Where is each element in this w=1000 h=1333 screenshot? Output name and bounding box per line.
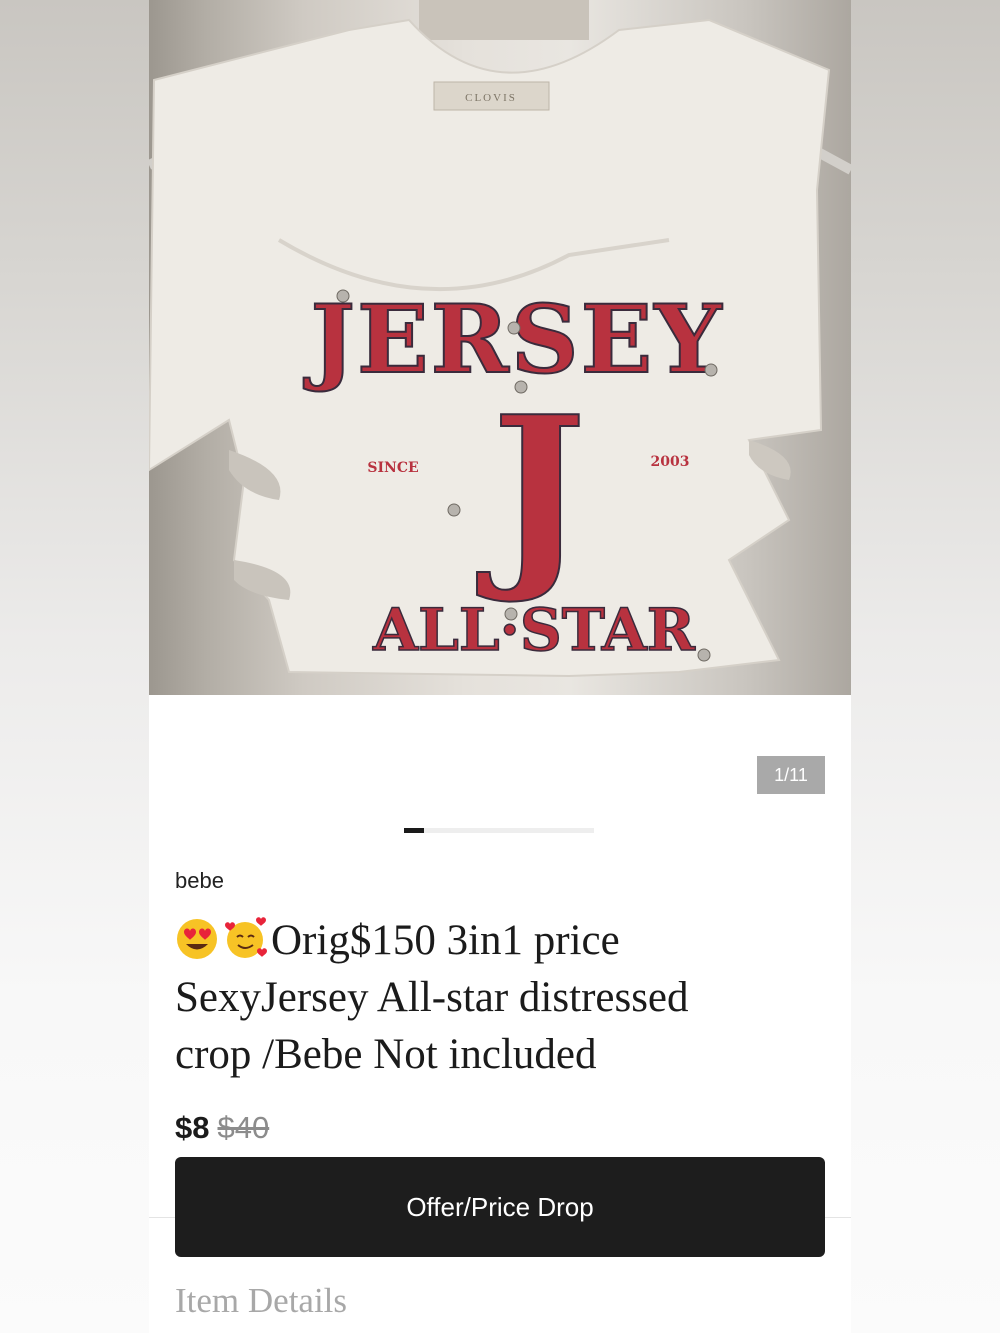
offer-price-drop-button[interactable]: Offer/Price Drop (175, 1157, 825, 1257)
brand-link[interactable]: bebe (175, 868, 224, 894)
title-line-2: SexyJersey All-star distressed (175, 974, 689, 1021)
collar-tag-text: CLOVIS (465, 92, 517, 104)
image-counter: 1/11 (757, 756, 825, 794)
hanger-tag (419, 0, 589, 40)
item-details-heading: Item Details (175, 1281, 348, 1320)
gallery-progress (404, 828, 594, 833)
product-title: Orig$150 3in1 price SexyJersey All-star … (175, 912, 835, 1083)
heart-eyes-emoji-icon (177, 919, 217, 959)
smiling-face-hearts-emoji-icon (225, 917, 267, 958)
print-all-star: ALL·STAR (372, 596, 696, 664)
title-line-3: crop /Bebe Not included (175, 1031, 597, 1078)
title-line-1: Orig$150 3in1 price (271, 917, 620, 964)
current-price: $8 (175, 1110, 210, 1145)
print-year: 2003 (651, 454, 690, 470)
shirt-illustration: CLOVIS JERSEY J SINCE 2003 ALL·STAR (149, 0, 851, 678)
print-j: J (477, 373, 587, 608)
product-photo[interactable]: CLOVIS JERSEY J SINCE 2003 ALL·STAR (149, 0, 851, 695)
price-row: $8 $40 (175, 1110, 269, 1146)
print-since: SINCE (367, 460, 418, 476)
original-price: $40 (217, 1110, 270, 1145)
listing-page: CLOVIS JERSEY J SINCE 2003 ALL·STAR 1/11… (149, 0, 851, 1333)
gallery-progress-active (404, 828, 424, 833)
